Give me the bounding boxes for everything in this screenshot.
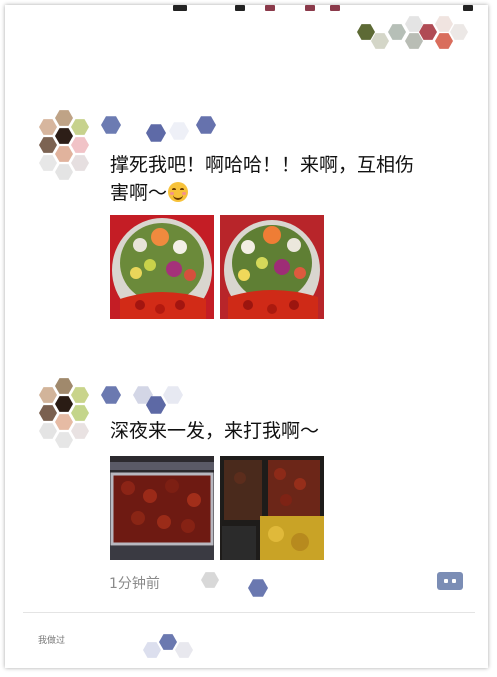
post-time: 1分钟前	[109, 576, 160, 592]
cropped-next-post: 我做过	[38, 633, 65, 646]
divider	[23, 612, 475, 613]
footer-text: 我做过	[38, 636, 66, 646]
post-text-line: 深夜来一发，来打我啊～	[110, 420, 320, 442]
post-text-line: 撑死我吧！啊哈哈！！来啊，互相伤	[110, 154, 415, 176]
moments-feed: 撑死我吧！啊哈哈！！来啊，互相伤 害啊～ 深夜来一发，来打我啊～ 1分钟前 我做…	[5, 5, 488, 668]
avatar[interactable]	[37, 377, 93, 448]
post-text: 深夜来一发，来打我啊～	[110, 417, 319, 445]
avatar[interactable]	[37, 109, 93, 180]
crawfish-platter-photo[interactable]	[220, 215, 324, 319]
smiling-face-emoji-icon	[168, 182, 189, 202]
post-text-line: 害啊～	[110, 182, 168, 204]
pixelated-username[interactable]	[101, 113, 231, 142]
post-text: 撑死我吧！啊哈哈！！来啊，互相伤 害啊～	[110, 151, 414, 207]
pixelated-username[interactable]	[101, 383, 231, 414]
crawfish-buffet-photo[interactable]	[220, 456, 324, 560]
crawfish-tray-photo[interactable]	[110, 456, 214, 560]
cropped-top-strip	[95, 5, 485, 15]
comment-button[interactable]	[437, 572, 463, 590]
crawfish-platter-photo[interactable]	[110, 215, 214, 319]
